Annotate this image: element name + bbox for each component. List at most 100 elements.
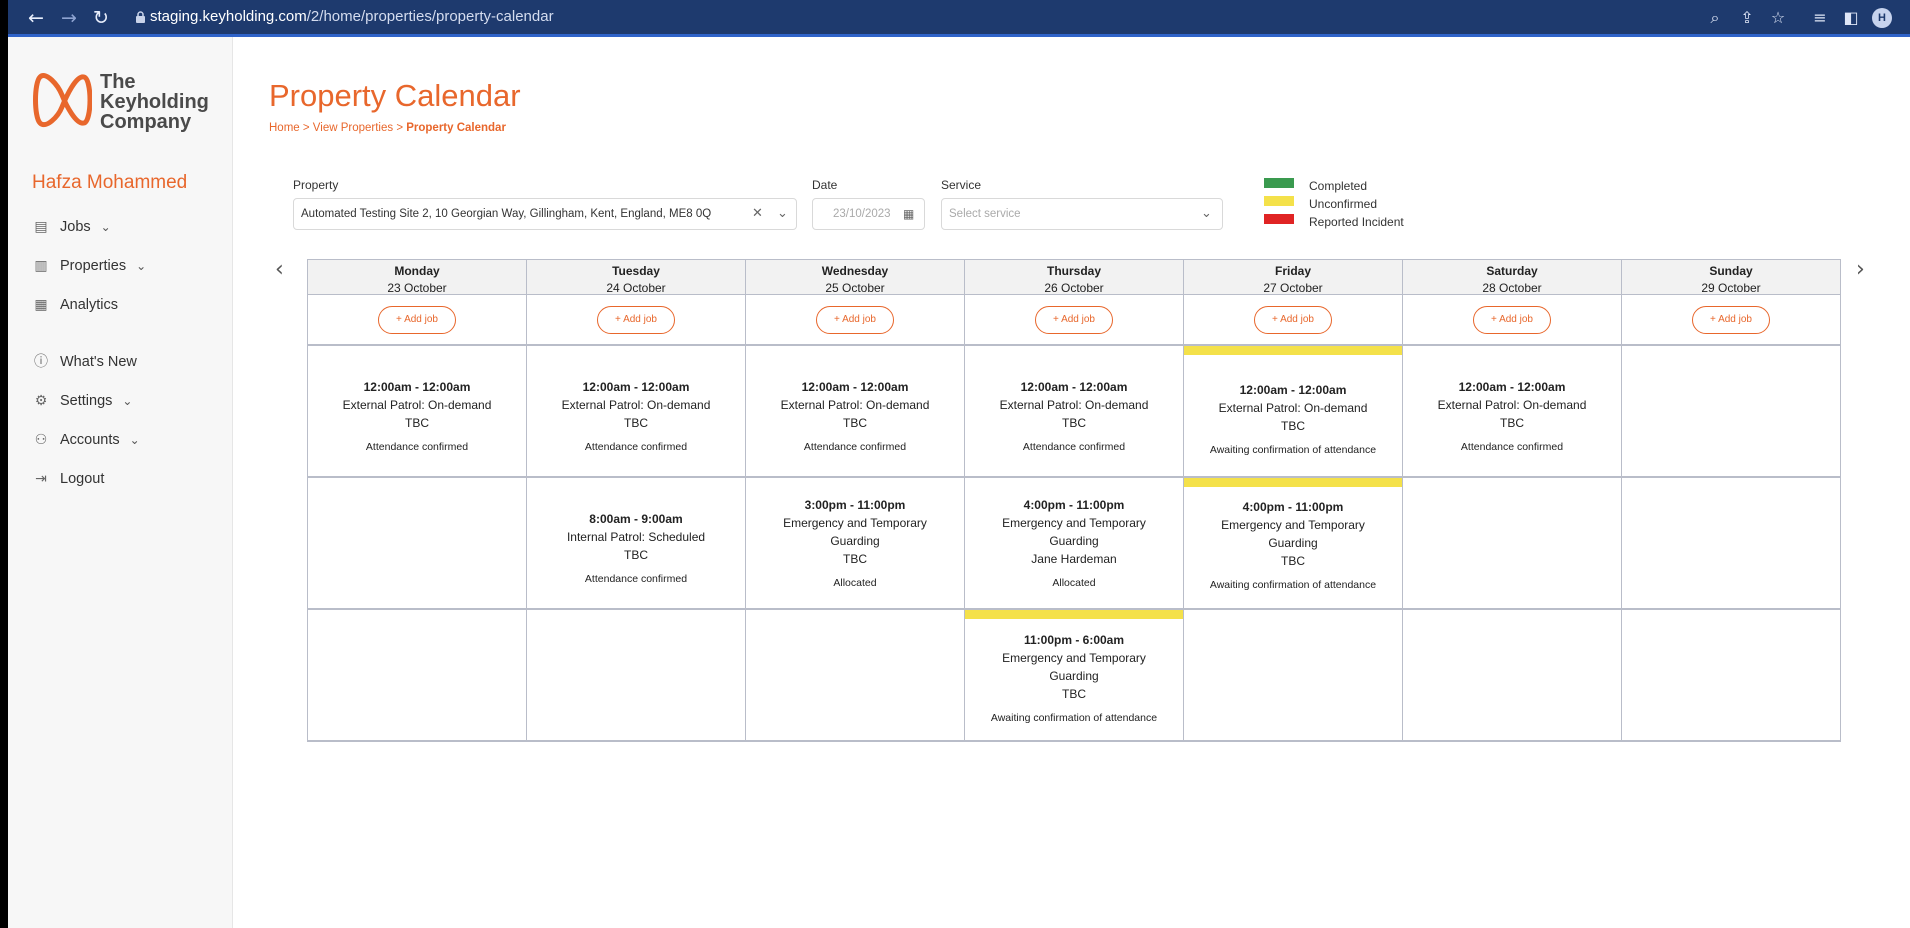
add-job-row: + Add job [308,295,526,346]
calendar-icon[interactable]: ▦ [903,198,914,230]
users-icon: ⚇ [34,432,48,448]
zoom-icon[interactable]: ⌕ [1704,7,1726,29]
logout-icon: ⇥ [35,471,47,487]
day-name: Sunday [1709,264,1753,278]
job-cell[interactable]: 12:00am - 12:00am External Patrol: On-de… [1403,346,1621,478]
job-assignee: TBC [843,552,867,566]
day-column-thursday: Thursday 26 October + Add job 12:00am - 1… [964,259,1183,742]
chevron-down-icon: ⌄ [129,433,140,447]
add-job-button[interactable]: + Add job [1254,306,1332,334]
next-week-chevron-icon[interactable]: › [1856,257,1865,282]
job-cell[interactable]: 4:00pm - 11:00pm Emergency and Temporary… [1184,478,1402,610]
job-assignee: TBC [1500,416,1524,430]
address-bar[interactable]: staging.keyholding.com/2/home/properties… [150,8,554,25]
job-cell[interactable]: 4:00pm - 11:00pm Emergency and Temporary… [965,478,1183,610]
share-icon[interactable]: ⇪ [1736,7,1758,29]
chevron-down-icon: ⌄ [122,394,133,408]
job-status: Awaiting confirmation of attendance [1209,579,1377,591]
empty-cell [1403,610,1621,742]
job-service: External Patrol: On-demand [342,398,492,412]
day-header: Thursday 26 October [965,259,1183,295]
job-cell[interactable]: 12:00am - 12:00am External Patrol: On-de… [527,346,745,478]
job-details: 8:00am - 9:00am Internal Patrol: Schedul… [527,510,745,588]
star-icon[interactable]: ☆ [1767,7,1789,29]
job-status: Attendance confirmed [584,441,688,453]
jobs-icon: ▤ [34,219,48,235]
job-cell[interactable]: 11:00pm - 6:00am Emergency and Temporary… [965,610,1183,742]
sidebar-item-whats-new[interactable]: ⓘ What's New [32,350,137,374]
add-job-row: + Add job [746,295,964,346]
job-cell[interactable]: 12:00am - 12:00am External Patrol: On-de… [308,346,526,478]
day-column-friday: Friday 27 October + Add job 12:00am - 12:… [1183,259,1402,742]
job-service: Internal Patrol: Scheduled [566,530,706,544]
job-status: Attendance confirmed [365,441,469,453]
add-job-button[interactable]: + Add job [816,306,894,334]
job-cell[interactable]: 3:00pm - 11:00pm Emergency and Temporary… [746,478,964,610]
sidepanel-icon[interactable]: ◧ [1840,7,1862,29]
forward-icon[interactable]: → [57,6,81,30]
job-details: 12:00am - 12:00am External Patrol: On-de… [527,378,745,456]
job-service: External Patrol: On-demand [999,398,1149,412]
service-label: Service [941,178,982,192]
calendar-grid: Monday 23 October + Add job 12:00am - 12:… [307,259,1841,742]
add-job-row: + Add job [965,295,1183,346]
job-service-line-2: Guarding [830,534,880,548]
chevron-down-icon[interactable]: ⌄ [777,198,788,230]
breadcrumb-home[interactable]: Home [269,122,300,134]
job-time: 12:00am - 12:00am [1020,380,1128,394]
add-job-row: + Add job [1403,295,1621,346]
date-label: Date [812,178,838,192]
add-job-button[interactable]: + Add job [378,306,456,334]
sidebar-item-settings[interactable]: ⚙ Settings ⌄ [32,389,133,413]
job-time: 12:00am - 12:00am [1239,383,1347,397]
sidebar-item-logout[interactable]: ⇥ Logout [32,467,104,491]
clear-icon[interactable]: ✕ [752,198,763,230]
sidebar-item-label: Properties [60,258,127,274]
breadcrumb-separator: > [393,122,407,134]
property-select[interactable]: Automated Testing Site 2, 10 Georgian Wa… [293,198,797,230]
unconfirmed-status-bar [965,610,1183,619]
job-assignee: TBC [1281,419,1305,433]
job-assignee: TBC [405,416,429,430]
add-job-row: + Add job [527,295,745,346]
legend-swatch-completed [1264,178,1294,188]
sidebar-item-jobs[interactable]: ▤ Jobs ⌄ [32,215,110,239]
browser-window: ← → ↻ staging.keyholding.com/2/home/prop… [8,0,1910,928]
job-cell[interactable]: 12:00am - 12:00am External Patrol: On-de… [1184,346,1402,478]
job-cell[interactable]: 12:00am - 12:00am External Patrol: On-de… [746,346,964,478]
day-header: Saturday 28 October [1403,259,1621,295]
job-status: Allocated [1052,577,1096,589]
breadcrumb-current: Property Calendar [406,122,506,134]
job-cell[interactable]: 12:00am - 12:00am External Patrol: On-de… [965,346,1183,478]
day-column-sunday: Sunday 29 October + Add job [1621,259,1840,742]
media-icon[interactable]: ≡ [1809,7,1831,29]
profile-avatar[interactable]: H [1872,8,1892,28]
sidebar-item-accounts[interactable]: ⚇ Accounts ⌄ [32,428,140,452]
reload-icon[interactable]: ↻ [89,6,113,30]
prev-week-chevron-icon[interactable]: ‹ [275,257,284,282]
job-cell[interactable]: 8:00am - 9:00am Internal Patrol: Schedul… [527,478,745,610]
job-status: Awaiting confirmation of attendance [1209,444,1377,456]
service-select[interactable]: Select service [941,198,1223,230]
job-details: 12:00am - 12:00am External Patrol: On-de… [965,378,1183,456]
building-icon: ▥ [34,258,48,274]
empty-cell [308,478,526,610]
back-icon[interactable]: ← [24,6,48,30]
unconfirmed-status-bar [1184,346,1402,355]
job-time: 8:00am - 9:00am [589,512,683,526]
day-column-monday: Monday 23 October + Add job 12:00am - 12:… [307,259,526,742]
company-logo[interactable]: The Keyholding Company [32,67,222,137]
add-job-button[interactable]: + Add job [1035,306,1113,334]
chevron-down-icon[interactable]: ⌄ [1201,198,1212,230]
empty-cell [1622,346,1840,478]
breadcrumb-view-properties[interactable]: View Properties [313,122,393,134]
add-job-button[interactable]: + Add job [597,306,675,334]
add-job-button[interactable]: + Add job [1692,306,1770,334]
empty-cell [1403,478,1621,610]
breadcrumb-separator: > [299,122,313,134]
sidebar-item-properties[interactable]: ▥ Properties ⌄ [32,254,146,278]
logo-wordmark: The Keyholding Company [100,72,209,132]
sidebar-item-analytics[interactable]: ▦ Analytics [32,293,118,317]
logo-mark-icon [33,73,92,127]
add-job-button[interactable]: + Add job [1473,306,1551,334]
